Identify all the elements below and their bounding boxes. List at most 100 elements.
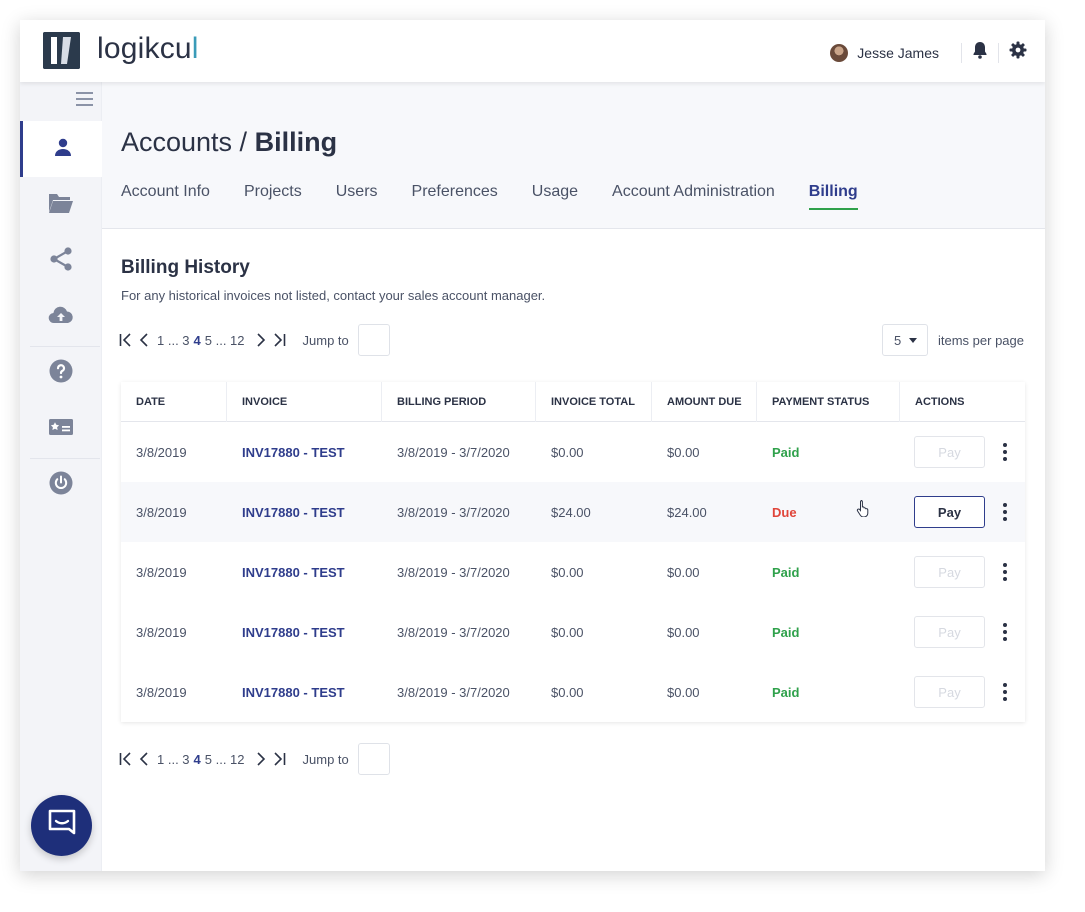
sidebar-item-subscription[interactable] [20,401,102,457]
table-row: 3/8/2019 INV17880 - TEST 3/8/2019 - 3/7/… [121,602,1025,662]
row-actions: Pay [900,556,1010,588]
status-badge: Paid [772,684,800,700]
prev-page-icon[interactable] [138,332,150,348]
items-per-page-select[interactable]: 5 [882,324,928,356]
row-actions: Pay [900,616,1010,648]
cell-billing-period: 3/8/2019 - 3/7/2020 [397,684,510,700]
cell-date: 3/8/2019 [136,444,187,460]
cell-invoice-link[interactable]: INV17880 - TEST [227,685,382,700]
cell-invoice-total: $0.00 [551,564,584,580]
more-options-icon[interactable] [1000,442,1010,462]
hand-cursor-icon [856,499,872,522]
sidebar-item-projects[interactable] [20,177,102,233]
items-per-page-label: items per page [938,332,1024,348]
more-options-icon[interactable] [1000,682,1010,702]
chat-launcher-button[interactable] [31,795,92,856]
top-bar: logikcul Jesse James [20,20,1045,82]
tab-billing[interactable]: Billing [808,183,858,210]
hamburger-menu-icon[interactable] [76,92,93,108]
avatar[interactable] [830,43,849,62]
row-actions: Pay [900,436,1010,468]
sidebar-item-share[interactable] [20,233,102,289]
last-page-icon[interactable] [272,751,286,767]
sidebar-item-account[interactable] [20,121,102,177]
cell-date: 3/8/2019 [136,504,187,520]
user-icon [53,137,73,162]
cell-billing-period: 3/8/2019 - 3/7/2020 [397,624,510,640]
first-page-icon[interactable] [119,751,133,767]
id-card-icon [48,418,74,441]
tab-usage[interactable]: Usage [532,183,578,210]
tab-projects[interactable]: Projects [244,183,302,210]
gear-icon[interactable] [1009,41,1027,64]
help-icon [49,359,73,388]
jump-to-label: Jump to [302,332,349,348]
status-badge: Paid [772,624,800,640]
jump-to-input[interactable] [357,324,390,356]
cell-amount-due: $0.00 [667,444,700,460]
tab-account-info[interactable]: Account Info [121,183,210,210]
page-title-prefix: Accounts / [121,127,255,157]
tab-account-administration[interactable]: Account Administration [612,183,775,210]
bell-icon[interactable] [972,41,988,64]
power-icon [49,471,73,500]
col-header-amount-due: Amount Due [652,381,757,422]
cell-invoice-link[interactable]: INV17880 - TEST [227,565,382,580]
sidebar-item-logout[interactable] [20,457,102,513]
user-name[interactable]: Jesse James [857,45,939,61]
row-actions: Pay [856,496,1010,528]
jump-to-input[interactable] [357,743,390,775]
sidebar-item-upload[interactable] [20,289,102,345]
cell-amount-due: $24.00 [667,504,707,520]
pay-button-disabled: Pay [914,676,985,708]
tab-preferences[interactable]: Preferences [412,183,498,210]
folder-icon [48,192,74,219]
more-options-icon[interactable] [1000,622,1010,642]
header-divider [961,42,962,63]
more-options-icon[interactable] [1000,502,1010,522]
pay-button[interactable]: Pay [914,496,985,528]
header-divider-2 [998,42,999,63]
col-header-payment-status: Payment Status [757,381,900,422]
pagination-bottom: 1 ... 3 4 5 ... 12 Jump to [119,743,390,775]
billing-history-title: Billing History [121,257,250,278]
last-page-icon[interactable] [272,332,286,348]
user-area: Jesse James [830,41,1027,64]
col-header-invoice-total: Invoice Total [536,381,652,422]
logo-text-accent: l [191,32,199,65]
col-header-invoice: Invoice [227,381,382,422]
cell-invoice-link[interactable]: INV17880 - TEST [227,625,382,640]
first-page-icon[interactable] [119,332,133,348]
page-title: Accounts / Billing [121,127,337,158]
caret-down-icon [909,337,918,343]
page-links-before[interactable]: 1 ... 3 [157,333,190,348]
cell-invoice-link[interactable]: INV17880 - TEST [227,445,382,460]
col-header-actions: Actions [915,395,965,408]
next-page-icon[interactable] [255,751,267,767]
more-options-icon[interactable] [1000,562,1010,582]
page-current[interactable]: 4 [194,333,201,348]
app-window: logikcul Jesse James Accounts / Billing … [20,20,1045,871]
col-header-billing-period: Billing Period [382,381,536,422]
items-per-page: 5 items per page [882,324,1024,356]
page-links-before[interactable]: 1 ... 3 [157,752,190,767]
status-badge: Due [772,504,797,520]
logo-text[interactable]: logikcul [97,32,199,66]
logo-mark-icon[interactable] [43,32,80,69]
page-title-main: Billing [254,127,338,157]
chat-icon [47,808,77,843]
tab-bar: Account Info Projects Users Preferences … [121,183,892,210]
cell-invoice-link[interactable]: INV17880 - TEST [227,505,382,520]
cell-billing-period: 3/8/2019 - 3/7/2020 [397,504,510,520]
cell-invoice-total: $0.00 [551,684,584,700]
table-row: 3/8/2019 INV17880 - TEST 3/8/2019 - 3/7/… [121,482,1025,542]
page-links-after[interactable]: 5 ... 12 [205,333,245,348]
sidebar-item-help[interactable] [20,345,102,401]
cloud-upload-icon [48,305,74,330]
page-links-after[interactable]: 5 ... 12 [205,752,245,767]
page-current[interactable]: 4 [194,752,201,767]
tab-users[interactable]: Users [336,183,378,210]
next-page-icon[interactable] [255,332,267,348]
prev-page-icon[interactable] [138,751,150,767]
status-badge: Paid [772,444,800,460]
